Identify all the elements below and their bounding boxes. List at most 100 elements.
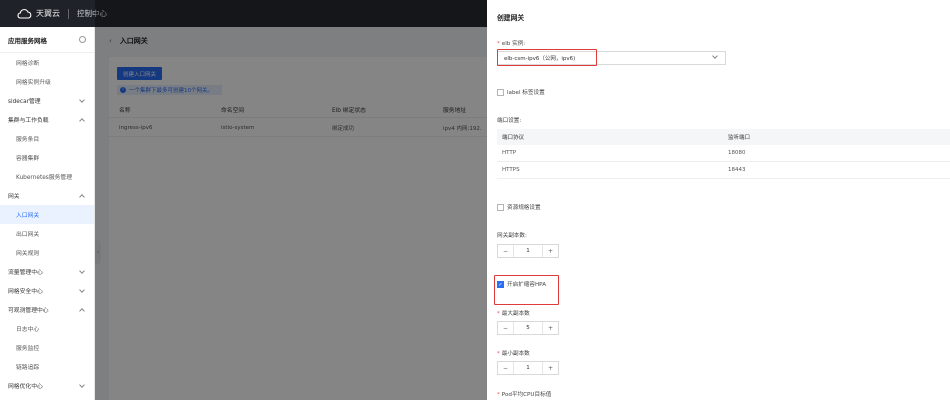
brand-logo[interactable]: 天翼云: [16, 8, 60, 20]
port-protocol-cell: HTTPS: [502, 167, 520, 173]
port-table: 端口协议 监听端口 HTTP 18080 HTTPS 18443: [497, 129, 950, 179]
sidebar-item-label: 网关: [8, 194, 20, 200]
label-settings-checkbox[interactable]: label 标签设置: [497, 88, 545, 96]
sidebar-item[interactable]: 日志中心: [0, 319, 94, 338]
sidebar-item-label: 网格诊断: [16, 61, 40, 67]
sidebar: 应用服务网格 网格诊断网格实例升级 sidecar管理集群与工作负载 服务条目容器集…: [0, 27, 95, 400]
sidebar-item[interactable]: 网格优化中心: [0, 376, 94, 395]
sidebar-item[interactable]: 容器集群: [0, 148, 94, 167]
port-settings-label: 端口设置:: [497, 118, 522, 124]
sidebar-item[interactable]: 网关规则: [0, 243, 94, 262]
sidebar-item[interactable]: 入口网关: [0, 205, 94, 224]
max-replicas-label-text: 最大副本数: [501, 311, 530, 317]
sidebar-item[interactable]: 可观测管理中心: [0, 300, 94, 319]
label-settings-text: label 标签设置: [507, 90, 545, 96]
sidebar-item-label: 服务监控: [16, 346, 40, 352]
overlay-mask-top[interactable]: [95, 0, 487, 27]
max-replicas-label: * 最大副本数: [497, 309, 530, 317]
sidebar-item[interactable]: 网格诊断: [0, 53, 94, 72]
port-protocol-header: 端口协议: [502, 135, 525, 141]
sidebar-item-label: 网格实例升级: [16, 80, 51, 86]
decrement-button[interactable]: −: [498, 322, 514, 334]
create-gateway-drawer: 创建网关 * elb 实例: elb-csm-ipv6（公网，ipv6) labe…: [487, 0, 950, 400]
required-mark: *: [497, 41, 500, 47]
sidebar-item-label: 集群与工作负载: [8, 118, 49, 124]
sidebar-item-label: 可观测管理中心: [8, 308, 49, 314]
highlight-box-hpa: [494, 275, 559, 305]
sidebar-item[interactable]: 链路追踪: [0, 357, 94, 376]
sidebar-item[interactable]: 集群与工作负载: [0, 110, 94, 129]
checkbox-icon[interactable]: [497, 88, 504, 96]
sidebar-menu: 网格诊断网格实例升级 sidecar管理集群与工作负载 服务条目容器集群 Kubern…: [0, 53, 94, 395]
chevron-down-icon: [79, 381, 85, 388]
listen-port-cell: 18443: [728, 167, 746, 173]
chevron-down-icon: [79, 96, 85, 103]
min-replicas-stepper[interactable]: − 1 +: [497, 361, 559, 375]
brand-name: 天翼云: [36, 9, 60, 18]
required-mark: *: [497, 392, 500, 398]
min-replicas-value[interactable]: 1: [514, 362, 542, 374]
elb-label: * elb 实例:: [497, 39, 525, 47]
chevron-down-icon: [712, 53, 718, 59]
sidebar-item-label: 入口网关: [16, 213, 40, 219]
chevron-down-icon: [79, 286, 85, 293]
sidebar-item-label: 网格安全中心: [8, 289, 43, 295]
sidebar-item-label: 出口网关: [16, 232, 40, 238]
sidebar-item-label: 日志中心: [16, 327, 40, 333]
replicas-label: 网关副本数:: [497, 233, 527, 239]
resource-settings-text: 资源规格设置: [507, 205, 541, 211]
sidebar-item-label: 流量管理中心: [8, 270, 43, 276]
chevron-up-icon: [79, 117, 85, 124]
sidebar-item[interactable]: 服务条目: [0, 129, 94, 148]
cloud-icon: [17, 8, 32, 19]
decrement-button[interactable]: −: [498, 362, 514, 374]
replicas-value[interactable]: 1: [514, 245, 542, 257]
max-replicas-value[interactable]: 5: [514, 322, 542, 334]
sidebar-item[interactable]: 出口网关: [0, 224, 94, 243]
overlay-mask[interactable]: [95, 27, 487, 400]
sidebar-item[interactable]: 流量管理中心: [0, 262, 94, 281]
decrement-button[interactable]: −: [498, 245, 514, 257]
sidebar-item-label: 链路追踪: [16, 365, 40, 371]
table-row: HTTP 18080: [497, 145, 950, 162]
checkbox-icon[interactable]: [497, 203, 504, 211]
cpu-target-label: * Pod平均CPU目标值: [497, 390, 551, 398]
sidebar-item[interactable]: Kubernetes服务管理: [0, 167, 94, 186]
required-mark: *: [497, 311, 500, 317]
sidebar-item-label: Kubernetes服务管理: [16, 175, 73, 181]
port-table-header: 端口协议 监听端口: [497, 129, 950, 145]
port-protocol-cell: HTTP: [502, 150, 517, 156]
sidebar-item-label: 服务条目: [16, 137, 40, 143]
resource-settings-checkbox[interactable]: 资源规格设置: [497, 203, 541, 211]
sidebar-item[interactable]: 网格实例升级: [0, 72, 94, 91]
sidebar-item[interactable]: 网格安全中心: [0, 281, 94, 300]
table-row: HTTPS 18443: [497, 162, 950, 179]
listen-port-cell: 18080: [728, 150, 746, 156]
sidebar-item[interactable]: 网关: [0, 186, 94, 205]
chevron-up-icon: [79, 193, 85, 200]
sidebar-item[interactable]: sidecar管理: [0, 91, 94, 110]
replicas-stepper[interactable]: − 1 +: [497, 244, 559, 258]
min-replicas-label-text: 最小副本数: [501, 351, 530, 357]
required-mark: *: [497, 351, 500, 357]
sidebar-header: 应用服务网格: [0, 27, 94, 53]
max-replicas-stepper[interactable]: − 5 +: [497, 321, 559, 335]
increment-button[interactable]: +: [542, 362, 558, 374]
highlight-box-elb: [497, 49, 597, 66]
chevron-down-icon: [79, 267, 85, 274]
listen-port-header: 监听端口: [728, 135, 751, 141]
sidebar-item[interactable]: 服务监控: [0, 338, 94, 357]
cpu-target-label-text: Pod平均CPU目标值: [501, 392, 552, 398]
min-replicas-label: * 最小副本数: [497, 349, 530, 357]
drawer-title: 创建网关: [497, 14, 525, 22]
sidebar-item-label: 网关规则: [16, 251, 40, 257]
chevron-up-icon: [79, 307, 85, 314]
increment-button[interactable]: +: [542, 322, 558, 334]
increment-button[interactable]: +: [542, 245, 558, 257]
sidebar-item-label: 容器集群: [16, 156, 40, 162]
topbar-divider: [68, 8, 69, 19]
sidebar-title: 应用服务网格: [8, 36, 47, 45]
sidebar-item-label: 网格优化中心: [8, 384, 43, 390]
search-icon[interactable]: [79, 36, 86, 43]
sidebar-item-label: sidecar管理: [8, 99, 41, 105]
